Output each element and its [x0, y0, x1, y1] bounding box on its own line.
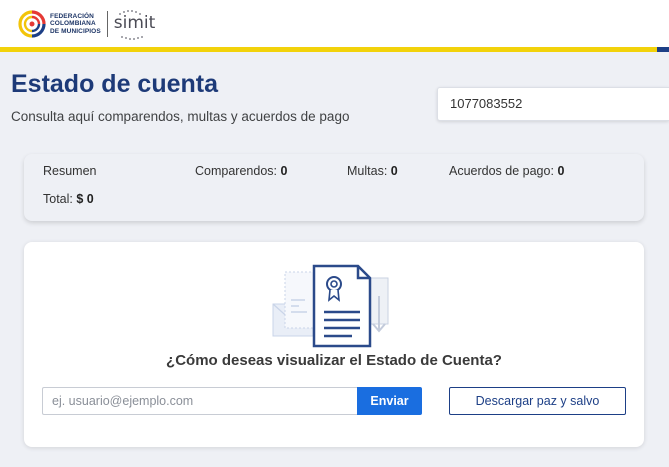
acuerdos-count: Acuerdos de pago: 0: [449, 164, 564, 178]
fcm-logo-line-2: COLOMBIANA: [50, 20, 96, 28]
header-blue-stripe: [657, 47, 669, 52]
simit-logo: simit: [113, 7, 156, 41]
multas-value: 0: [390, 164, 398, 178]
top-header: FEDERACIÓN COLOMBIANA DE MUNICIPIOS simi…: [0, 0, 669, 52]
document-number-field[interactable]: 1077083552: [437, 87, 669, 121]
summary-card: Resumen Comparendos: 0 Multas: 0 Acuerdo…: [24, 154, 644, 221]
multas-count: Multas: 0: [347, 164, 398, 178]
comparendos-count: Comparendos: 0: [195, 164, 287, 178]
document-certificate-icon: [272, 264, 389, 348]
resumen-link[interactable]: Resumen: [43, 164, 97, 178]
visualization-question: ¿Cómo deseas visualizar el Estado de Cue…: [166, 352, 502, 369]
page-title: Estado de cuenta: [11, 70, 218, 98]
acuerdos-label: Acuerdos de pago:: [449, 164, 554, 178]
statement-options-card: ¿Cómo deseas visualizar el Estado de Cue…: [24, 242, 644, 447]
multas-label: Multas:: [347, 164, 388, 178]
fcm-logo-text: FEDERACIÓN COLOMBIANA DE MUNICIPIOS: [50, 13, 101, 36]
logo-divider: [106, 11, 108, 37]
fcm-logo-line-1: FEDERACIÓN: [50, 12, 94, 20]
total-label: Total:: [43, 192, 73, 206]
send-button[interactable]: Enviar: [357, 387, 422, 415]
header-yellow-stripe: [0, 47, 669, 52]
simit-logo-text: simit: [113, 13, 156, 33]
comparendos-value: 0: [280, 164, 288, 178]
download-paz-y-salvo-button[interactable]: Descargar paz y salvo: [449, 387, 626, 415]
fcm-emblem-icon: [18, 10, 46, 38]
acuerdos-value: 0: [557, 164, 565, 178]
total-value: $ 0: [76, 192, 94, 206]
fcm-logo-line-3: DE MUNICIPIOS: [50, 27, 101, 35]
comparendos-label: Comparendos:: [195, 164, 277, 178]
total-amount: Total: $ 0: [43, 192, 94, 206]
email-input[interactable]: [42, 387, 358, 415]
page-subtitle: Consulta aquí comparendos, multas y acue…: [11, 109, 350, 124]
logo-group[interactable]: FEDERACIÓN COLOMBIANA DE MUNICIPIOS simi…: [18, 6, 156, 42]
